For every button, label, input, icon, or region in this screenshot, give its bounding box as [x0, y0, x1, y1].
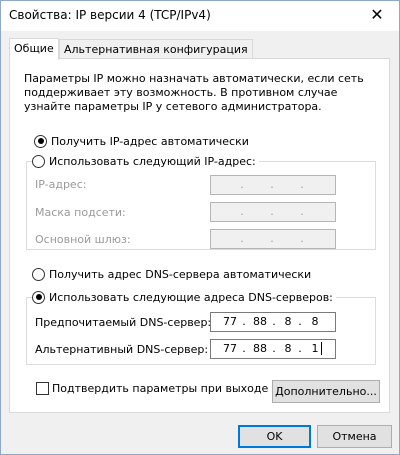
dns-manual-label: Использовать следующие адреса DNS-сервер…: [49, 290, 333, 304]
ip-manual-label: Использовать следующий IP-адрес:: [49, 154, 256, 168]
ip-auto-radio[interactable]: [34, 134, 47, 148]
ip-dot: .: [240, 178, 244, 191]
preferred-dns-label: Предпочитаемый DNS-сервер:: [35, 316, 212, 329]
title-bar: Свойства: IP версии 4 (TCP/IPv4) ✕: [1, 1, 399, 31]
subnet-mask-label: Маска подсети:: [35, 206, 126, 219]
validate-checkbox[interactable]: [36, 382, 49, 395]
ip-dot: .: [300, 205, 304, 218]
alternate-dns-label: Альтернативный DNS-сервер:: [35, 343, 209, 356]
ip-octet: 88: [253, 342, 267, 355]
dns-manual-radio[interactable]: [32, 290, 45, 304]
dns-manual-option[interactable]: Использовать следующие адреса DNS-сервер…: [32, 289, 336, 305]
preferred-dns-input[interactable]: 77 . 88 . 8 . 8: [210, 312, 336, 332]
ip-octet: 1: [311, 342, 319, 355]
ip-manual-option[interactable]: Использовать следующий IP-адрес:: [32, 153, 259, 169]
advanced-button[interactable]: Дополнительно...: [272, 380, 380, 403]
tab-general-label: Общие: [14, 42, 54, 55]
ip-manual-radio[interactable]: [32, 154, 45, 168]
ip-octet: 8: [311, 315, 319, 328]
ok-button-label: OK: [266, 430, 283, 443]
cancel-button[interactable]: Отмена: [317, 425, 392, 448]
dialog-window: Свойства: IP версии 4 (TCP/IPv4) ✕ Общие…: [0, 0, 400, 455]
ip-dot: .: [270, 178, 274, 191]
dns-auto-radio[interactable]: [32, 267, 45, 281]
text-cursor: [321, 342, 322, 355]
ip-auto-label: Получить IP-адрес автоматически: [51, 134, 249, 148]
ip-octet: 77: [223, 342, 237, 355]
tab-general[interactable]: Общие: [9, 38, 59, 60]
advanced-button-label: Дополнительно...: [275, 385, 377, 398]
close-icon[interactable]: ✕: [365, 3, 389, 27]
dns-auto-option[interactable]: Получить адрес DNS-сервера автоматически: [32, 266, 311, 282]
tab-alternate-config[interactable]: Альтернативная конфигурация: [59, 39, 253, 60]
alternate-dns-input[interactable]: 77 . 88 . 8 . 1: [210, 339, 336, 359]
default-gateway-input[interactable]: . . .: [210, 229, 336, 249]
ip-dot: .: [300, 232, 304, 245]
validate-label: Подтвердить параметры при выходе: [52, 382, 269, 395]
dns-auto-label: Получить адрес DNS-сервера автоматически: [49, 267, 312, 281]
general-panel: Параметры IP можно назначать автоматичес…: [9, 58, 390, 413]
cancel-button-label: Отмена: [332, 430, 377, 443]
ip-dot: .: [270, 232, 274, 245]
ip-dot: .: [240, 232, 244, 245]
ip-dot: .: [270, 205, 274, 218]
default-gateway-label: Основной шлюз:: [35, 233, 131, 246]
ip-address-input[interactable]: . . .: [210, 175, 336, 195]
description-text: Параметры IP можно назначать автоматичес…: [24, 72, 364, 113]
tab-alternate-config-label: Альтернативная конфигурация: [64, 43, 248, 56]
ip-dot: .: [240, 205, 244, 218]
window-title: Свойства: IP версии 4 (TCP/IPv4): [9, 8, 211, 22]
ok-button[interactable]: OK: [238, 425, 311, 448]
ip-octet: 77: [223, 315, 237, 328]
ip-dot: .: [300, 178, 304, 191]
ip-octet: 88: [253, 315, 267, 328]
subnet-mask-input[interactable]: . . .: [210, 202, 336, 222]
ip-auto-option[interactable]: Получить IP-адрес автоматически: [34, 133, 249, 149]
ip-address-label: IP-адрес:: [35, 178, 87, 191]
